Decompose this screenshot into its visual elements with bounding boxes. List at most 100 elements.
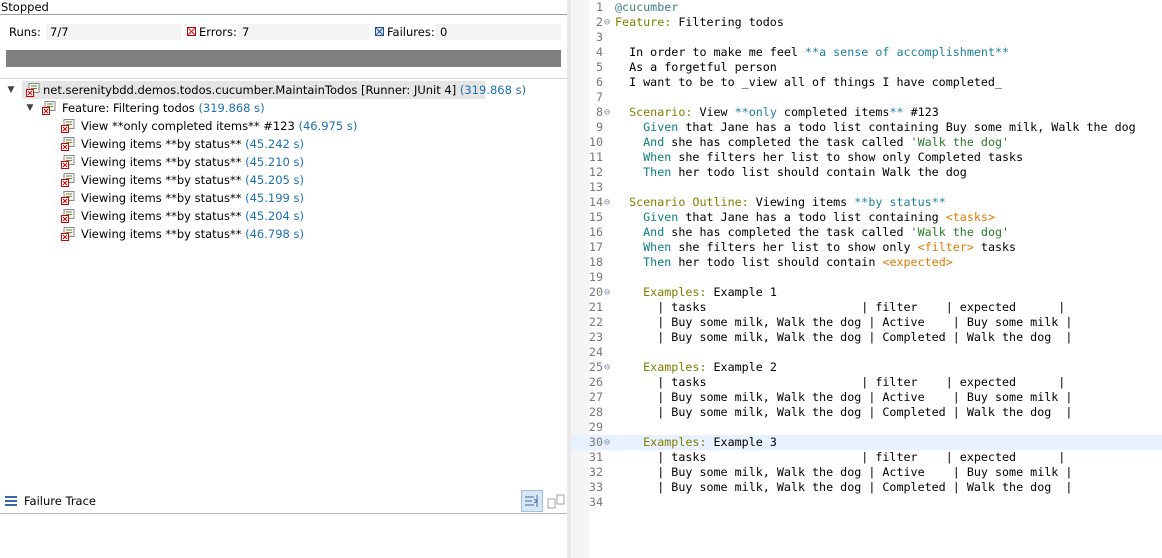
code-line[interactable]: 15 Given that Jane has a todo list conta… [571, 210, 1162, 225]
test-counters: Runs: 7/7 Errors: 7 Failures: 0 [0, 24, 567, 41]
line-text: | Buy some milk, Walk the dog | Active |… [615, 315, 1072, 330]
code-token: <tasks> [945, 210, 995, 224]
test-case-row[interactable]: Viewing items **by status** (46.798 s) [0, 225, 567, 243]
line-text: Examples: Example 3 [615, 435, 777, 450]
line-text: When she filters her list to show only C… [615, 150, 1023, 165]
code-token: **by status** [854, 195, 946, 209]
code-line[interactable]: 1 @cucumber [571, 0, 1162, 15]
code-token: And [615, 225, 665, 239]
code-token: As a forgetful person [615, 60, 777, 74]
code-token: | Buy some milk, Walk the dog | Complete… [615, 480, 1073, 494]
code-line[interactable]: 12 Then her todo list should contain Wal… [571, 165, 1162, 180]
line-number: 18 [588, 255, 603, 269]
code-line[interactable]: 25 ⊖ Examples: Example 2 [571, 360, 1162, 375]
fold-toggle-icon[interactable]: ⊖ [604, 435, 610, 450]
code-line[interactable]: 13 [571, 180, 1162, 195]
code-token: completed items [776, 105, 890, 119]
line-number: 31 [588, 450, 603, 464]
code-token: she filters her list to show only Comple… [671, 150, 1024, 164]
code-line[interactable]: 7 [571, 90, 1162, 105]
line-number: 19 [588, 270, 603, 284]
code-line[interactable]: 22 | Buy some milk, Walk the dog | Activ… [571, 315, 1162, 330]
test-case-row[interactable]: Viewing items **by status** (45.199 s) [0, 189, 567, 207]
fold-toggle-icon[interactable]: ⊖ [604, 285, 610, 300]
code-line[interactable]: 30 ⊖ Examples: Example 3 [571, 435, 1162, 450]
line-text: Then her todo list should contain Walk t… [615, 165, 967, 180]
code-line[interactable]: 10 And she has completed the task called… [571, 135, 1162, 150]
line-text: | Buy some milk, Walk the dog | Complete… [615, 330, 1072, 345]
code-token: 'Walk the dog' [910, 225, 1010, 239]
fold-toggle-icon[interactable]: ⊖ [604, 105, 610, 120]
line-number: 22 [588, 315, 603, 329]
code-line[interactable]: 9 Given that Jane has a todo list contai… [571, 120, 1162, 135]
chevron-down-icon[interactable]: ▼ [25, 99, 35, 117]
code-line[interactable]: 21 | tasks | filter | expected | [571, 300, 1162, 315]
code-token: her todo list should contain Walk the do… [671, 165, 967, 179]
test-case-row[interactable]: Viewing items **by status** (45.205 s) [0, 171, 567, 189]
chevron-down-icon[interactable]: ▼ [6, 81, 16, 99]
tree-root-row[interactable]: ▼ net.serenitybdd.demos.todos.cucumber.M… [0, 81, 567, 99]
code-line[interactable]: 23 | Buy some milk, Walk the dog | Compl… [571, 330, 1162, 345]
code-token: Examples: [615, 360, 707, 374]
code-token: Scenario: [615, 105, 693, 119]
line-number: 34 [588, 495, 603, 509]
feature-file-editor[interactable]: 1 @cucumber 2 ⊖ Feature: Filtering todos 3 4 I… [571, 0, 1162, 558]
line-text: | Buy some milk, Walk the dog | Active |… [615, 465, 1072, 480]
fold-toggle-icon[interactable]: ⊖ [604, 360, 610, 375]
fold-toggle-icon[interactable]: ⊖ [604, 15, 610, 30]
code-line[interactable]: 2 ⊖ Feature: Filtering todos [571, 15, 1162, 30]
test-case-row[interactable]: Viewing items **by status** (45.242 s) [0, 135, 567, 153]
code-line[interactable]: 4 In order to make me feel **a sense of … [571, 45, 1162, 60]
line-number: 10 [588, 135, 603, 149]
line-text: As a forgetful person [615, 60, 777, 75]
code-line[interactable]: 31 | tasks | filter | expected | [571, 450, 1162, 465]
code-line[interactable]: 20 ⊖ Examples: Example 1 [571, 285, 1162, 300]
code-line[interactable]: 14 ⊖ Scenario Outline: Viewing items **by… [571, 195, 1162, 210]
test-case-row[interactable]: View **only completed items** #123 (46.9… [0, 117, 567, 135]
test-case-label: Viewing items **by status** (46.798 s) [81, 227, 304, 241]
test-progress-bar [6, 50, 561, 67]
test-case-row[interactable]: Viewing items **by status** (45.210 s) [0, 153, 567, 171]
code-line[interactable]: 11 When she filters her list to show onl… [571, 150, 1162, 165]
code-line[interactable]: 3 [571, 30, 1162, 45]
fold-toggle-icon[interactable]: ⊖ [604, 195, 610, 210]
filter-stack-trace-button[interactable] [521, 490, 543, 512]
code-line[interactable]: 24 [571, 345, 1162, 360]
line-number: 30 [588, 435, 603, 449]
line-text: | tasks | filter | expected | [615, 375, 1065, 390]
line-number: 23 [588, 330, 603, 344]
test-case-row[interactable]: Viewing items **by status** (45.204 s) [0, 207, 567, 225]
tree-separator [0, 78, 567, 79]
code-line[interactable]: 26 | tasks | filter | expected | [571, 375, 1162, 390]
code-line[interactable]: 32 | Buy some milk, Walk the dog | Activ… [571, 465, 1162, 480]
code-token: <filter> [917, 240, 974, 254]
code-line[interactable]: 33 | Buy some milk, Walk the dog | Compl… [571, 480, 1162, 495]
junit-view: Stopped Runs: 7/7 Errors: 7 Failures: 0 … [0, 0, 567, 558]
code-line[interactable]: 29 [571, 420, 1162, 435]
code-token: | Buy some milk, Walk the dog | Active |… [615, 465, 1073, 479]
line-number: 28 [588, 405, 603, 419]
code-line[interactable]: 19 [571, 270, 1162, 285]
code-line[interactable]: 27 | Buy some milk, Walk the dog | Activ… [571, 390, 1162, 405]
failure-trace-title: Failure Trace [24, 494, 96, 508]
test-case-label: Viewing items **by status** (45.204 s) [81, 209, 304, 223]
code-token: Then [615, 165, 672, 179]
code-line[interactable]: 34 [571, 495, 1162, 510]
code-token: And [615, 135, 665, 149]
code-line[interactable]: 5 As a forgetful person [571, 60, 1162, 75]
code-line[interactable]: 8 ⊖ Scenario: View **only completed items… [571, 105, 1162, 120]
code-token: Examples: [615, 285, 707, 299]
code-line[interactable]: 6 I want to be to _view all of things I … [571, 75, 1162, 90]
code-line[interactable]: 28 | Buy some milk, Walk the dog | Compl… [571, 405, 1162, 420]
tree-feature-row[interactable]: ▼ Feature: Filtering todos (319.868 s) [0, 99, 567, 117]
code-token: When [615, 240, 672, 254]
line-number: 21 [588, 300, 603, 314]
code-line[interactable]: 17 When she filters her list to show onl… [571, 240, 1162, 255]
line-text: Then her todo list should contain <expec… [615, 255, 953, 270]
errors-value: 7 [238, 24, 369, 40]
code-line[interactable]: 16 And she has completed the task called… [571, 225, 1162, 240]
compare-results-button[interactable] [547, 493, 565, 511]
code-line[interactable]: 18 Then her todo list should contain <ex… [571, 255, 1162, 270]
code-token: that Jane has a todo list containing Buy… [678, 120, 1136, 134]
test-error-icon [61, 209, 75, 223]
